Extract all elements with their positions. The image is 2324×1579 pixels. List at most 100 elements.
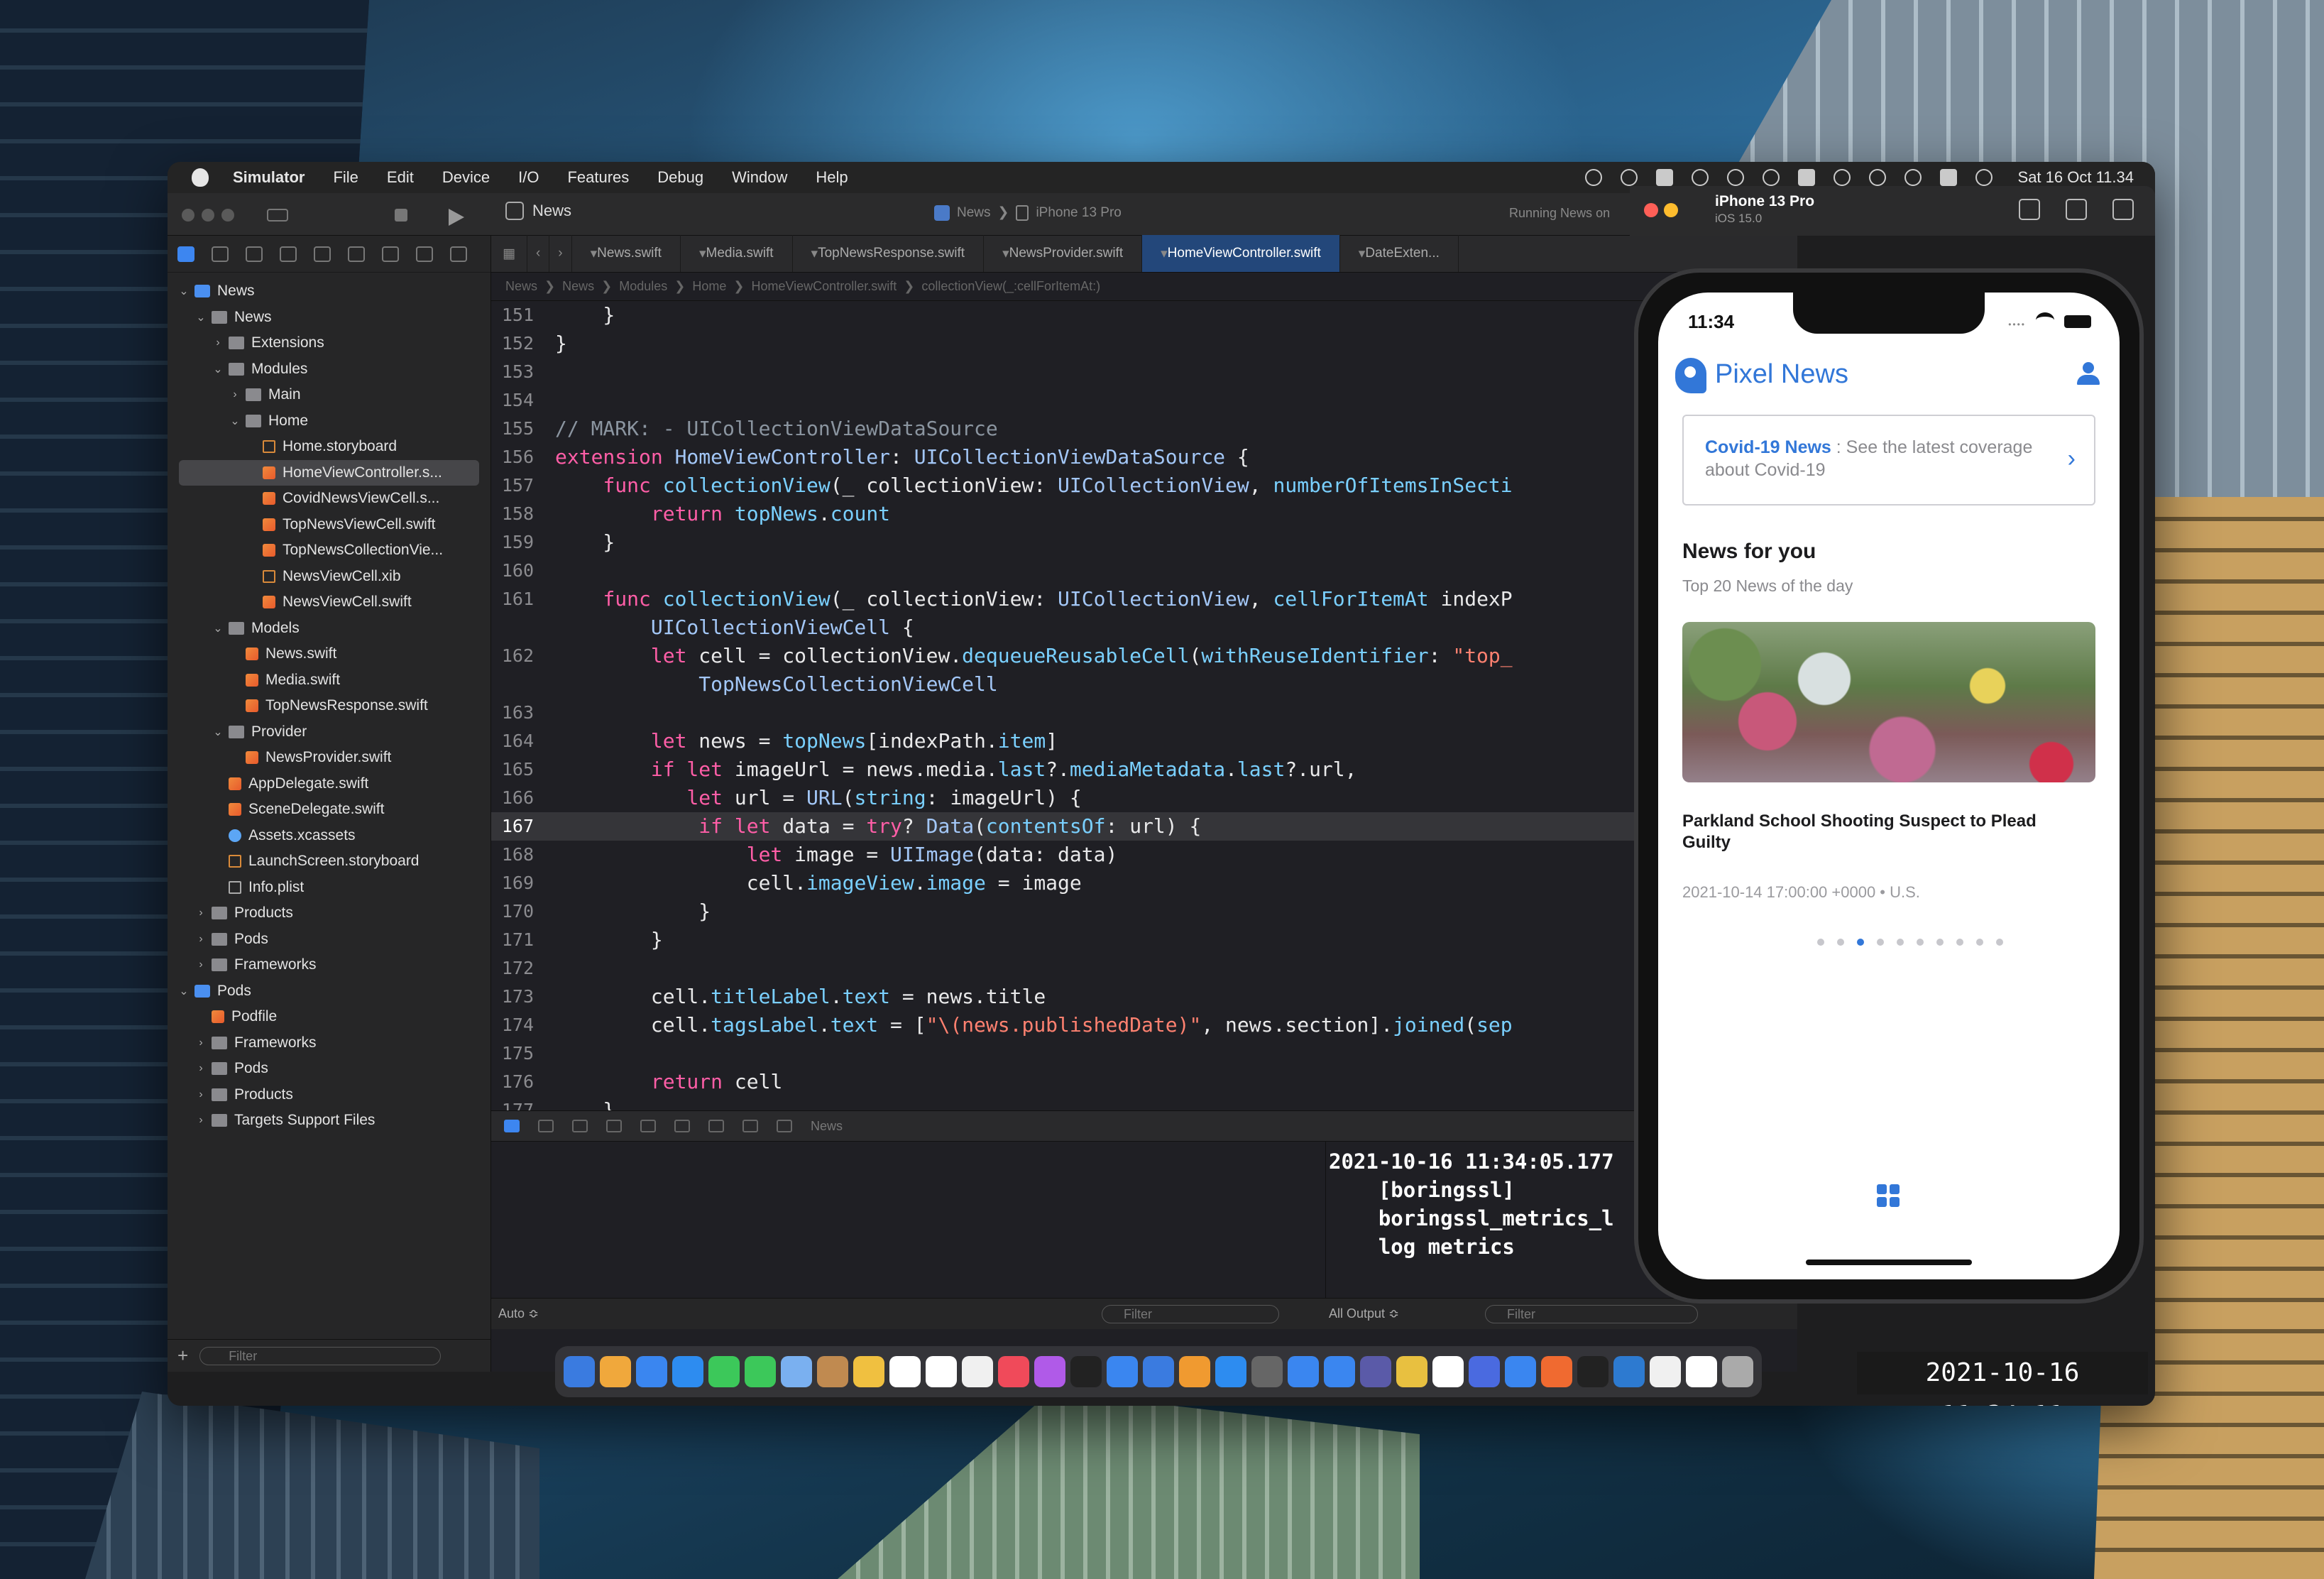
menu-window[interactable]: Window bbox=[718, 168, 801, 187]
dock-app-icon[interactable] bbox=[1469, 1356, 1500, 1387]
disclosure-down-icon[interactable]: ⌄ bbox=[194, 310, 207, 324]
menu-file[interactable]: File bbox=[319, 168, 372, 187]
file-tree-item[interactable]: › Extensions bbox=[168, 330, 490, 356]
code-line[interactable]: 156 extension HomeViewController: UIColle… bbox=[491, 443, 1797, 471]
dock-app-icon[interactable] bbox=[1324, 1356, 1355, 1387]
code-line[interactable]: 175 bbox=[491, 1039, 1797, 1068]
editor-tab[interactable]: ▾ TopNewsResponse.swift bbox=[793, 235, 985, 272]
disclosure-right-icon[interactable]: › bbox=[229, 388, 241, 401]
jump-bar-item[interactable]: Home bbox=[692, 279, 726, 294]
disclosure-right-icon[interactable]: › bbox=[194, 1088, 207, 1101]
dock-app-icon[interactable] bbox=[1722, 1356, 1753, 1387]
dock-app-icon[interactable] bbox=[1288, 1356, 1319, 1387]
dock-app-icon[interactable] bbox=[1541, 1356, 1572, 1387]
stop-icon[interactable] bbox=[395, 209, 407, 222]
editor-tab[interactable]: ▾ Media.swift bbox=[681, 235, 793, 272]
control-center-icon[interactable] bbox=[1939, 169, 1957, 186]
page-dot[interactable] bbox=[1877, 939, 1884, 946]
disclosure-right-icon[interactable]: › bbox=[194, 1062, 207, 1075]
folder-icon[interactable] bbox=[177, 246, 194, 262]
jump-bar-item[interactable]: HomeViewController.swift bbox=[751, 279, 897, 294]
code-area[interactable]: 151 } 152} 153 154 155// MARK: - UICollectio… bbox=[491, 301, 1797, 1110]
user-switch-icon[interactable] bbox=[1868, 169, 1886, 186]
file-tree-item[interactable]: › Products bbox=[168, 900, 490, 927]
screenshot-icon[interactable] bbox=[2066, 199, 2087, 220]
disclosure-down-icon[interactable]: ⌄ bbox=[177, 284, 190, 298]
file-tree-item[interactable]: AppDelegate.swift bbox=[168, 771, 490, 797]
dock-app-icon[interactable] bbox=[745, 1356, 776, 1387]
spotlight-search-icon[interactable] bbox=[1904, 169, 1922, 186]
file-tree-item[interactable]: ⌄ Modules bbox=[168, 356, 490, 383]
page-dot[interactable] bbox=[1837, 939, 1844, 946]
output-popup[interactable]: All Output ≎ bbox=[1329, 1306, 1399, 1321]
code-line[interactable]: UICollectionViewCell { bbox=[491, 613, 1797, 642]
back-icon[interactable]: ‹ bbox=[527, 235, 550, 272]
debug-target[interactable]: News bbox=[811, 1119, 843, 1134]
disclosure-down-icon[interactable]: ⌄ bbox=[212, 621, 224, 635]
file-tree-item[interactable]: TopNewsCollectionVie... bbox=[168, 537, 490, 564]
view-debugger-icon[interactable] bbox=[674, 1120, 690, 1132]
disclosure-right-icon[interactable]: › bbox=[194, 1114, 207, 1127]
breakpoint-icon[interactable] bbox=[416, 246, 433, 262]
dock-app-icon[interactable] bbox=[1613, 1356, 1645, 1387]
environment-icon[interactable] bbox=[742, 1120, 758, 1132]
minimize-window-button[interactable] bbox=[202, 209, 214, 222]
page-dot[interactable] bbox=[1976, 939, 1983, 946]
disclosure-right-icon[interactable]: › bbox=[194, 1037, 207, 1049]
siri-icon[interactable] bbox=[1975, 169, 1993, 186]
console-toggle-icon[interactable] bbox=[504, 1120, 520, 1132]
dock-app-icon[interactable] bbox=[781, 1356, 812, 1387]
file-tree-item[interactable]: NewsViewCell.xib bbox=[168, 564, 490, 590]
file-tree-item[interactable]: › Products bbox=[168, 1082, 490, 1108]
disclosure-down-icon[interactable]: ⌄ bbox=[212, 362, 224, 376]
dock-app-icon[interactable] bbox=[889, 1356, 921, 1387]
dock-app-icon[interactable] bbox=[1070, 1356, 1102, 1387]
menu-help[interactable]: Help bbox=[801, 168, 862, 187]
dock-app-icon[interactable] bbox=[1650, 1356, 1681, 1387]
run-icon[interactable] bbox=[449, 209, 464, 226]
profile-icon[interactable] bbox=[2077, 362, 2100, 386]
location-icon[interactable] bbox=[777, 1120, 792, 1132]
dock-app-icon[interactable] bbox=[1034, 1356, 1065, 1387]
code-line[interactable]: 168 let image = UIImage(data: data) bbox=[491, 841, 1797, 869]
file-tree-item[interactable]: ⌄ Models bbox=[168, 616, 490, 642]
menu-device[interactable]: Device bbox=[428, 168, 504, 187]
menu-debug[interactable]: Debug bbox=[643, 168, 718, 187]
jump-bar-item[interactable]: collectionView(_:cellForItemAt:) bbox=[921, 279, 1100, 294]
code-line[interactable]: 162 let cell = collectionView.dequeueReu… bbox=[491, 642, 1797, 670]
code-line[interactable]: 155 // MARK: - UICollectionViewDataSource bbox=[491, 415, 1797, 443]
code-line[interactable]: 158 return topNews.count bbox=[491, 500, 1797, 528]
code-line[interactable]: 167 if let data = try? Data(contentsOf: … bbox=[491, 812, 1797, 841]
code-line[interactable]: 163 bbox=[491, 699, 1797, 727]
disclosure-right-icon[interactable]: › bbox=[194, 907, 207, 919]
wifi-icon[interactable] bbox=[1833, 169, 1851, 186]
pause-icon[interactable] bbox=[538, 1120, 554, 1132]
file-tree-item[interactable]: HomeViewController.s... bbox=[179, 459, 479, 486]
apple-icon[interactable] bbox=[192, 168, 209, 187]
file-tree-item[interactable]: NewsProvider.swift bbox=[168, 745, 490, 771]
file-tree-item[interactable]: Assets.xcassets bbox=[168, 823, 490, 849]
code-line[interactable]: 173 cell.titleLabel.text = news.title bbox=[491, 983, 1797, 1011]
dock-app-icon[interactable] bbox=[817, 1356, 848, 1387]
dock-app-icon[interactable] bbox=[672, 1356, 703, 1387]
typora-icon[interactable] bbox=[1655, 169, 1673, 186]
menu-app[interactable]: Simulator bbox=[219, 168, 319, 187]
report-icon[interactable] bbox=[450, 246, 467, 262]
zoom-window-button[interactable] bbox=[221, 209, 234, 222]
code-line[interactable]: 172 bbox=[491, 954, 1797, 983]
disclosure-down-icon[interactable]: ⌄ bbox=[212, 725, 224, 739]
disclosure-right-icon[interactable]: › bbox=[212, 337, 224, 349]
debug-icon[interactable] bbox=[382, 246, 399, 262]
file-tree-item[interactable]: ⌄ News bbox=[168, 305, 490, 331]
file-tree-item[interactable]: ⌄ Pods bbox=[168, 978, 490, 1005]
dock-app-icon[interactable] bbox=[1143, 1356, 1174, 1387]
add-icon[interactable]: + bbox=[177, 1345, 188, 1367]
code-line[interactable]: 151 } bbox=[491, 301, 1797, 329]
disclosure-down-icon[interactable]: ⌄ bbox=[177, 984, 190, 998]
code-line[interactable]: 153 bbox=[491, 358, 1797, 386]
editor-tab[interactable]: ▾ DateExten... bbox=[1340, 235, 1459, 272]
file-tree-item[interactable]: TopNewsViewCell.swift bbox=[168, 512, 490, 538]
file-tree-item[interactable]: News.swift bbox=[168, 641, 490, 667]
code-line[interactable]: 169 cell.imageView.image = image bbox=[491, 869, 1797, 897]
rotate-icon[interactable] bbox=[2112, 199, 2134, 220]
